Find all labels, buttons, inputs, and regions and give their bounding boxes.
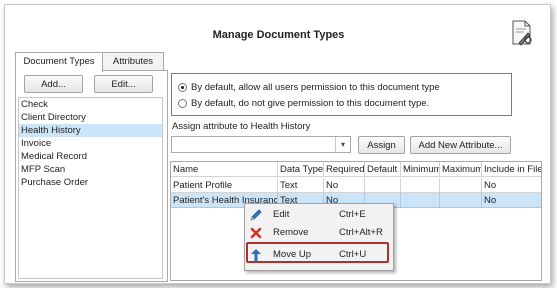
permission-group: By default, allow all users permission t…: [171, 73, 512, 116]
radio-deny-label: By default, do not give permission to th…: [191, 97, 430, 109]
table-cell: Text: [278, 178, 324, 193]
list-item[interactable]: Medical Record: [19, 150, 162, 163]
table-cell: [440, 193, 482, 208]
column-header[interactable]: Maximum: [440, 162, 482, 177]
table-cell: [365, 178, 401, 193]
table-cell: No: [324, 178, 365, 193]
menu-item-label: Remove: [273, 227, 309, 238]
menu-item-shortcut: Ctrl+E: [339, 209, 366, 220]
dialog-title: Manage Document Types: [212, 29, 345, 41]
list-item[interactable]: Check: [19, 98, 162, 111]
column-header[interactable]: Name: [171, 162, 278, 177]
document-type-list[interactable]: Check Client Directory Health History In…: [18, 97, 163, 279]
document-tools-icon: [512, 20, 532, 46]
add-button[interactable]: Add...: [24, 75, 83, 93]
table-cell: [401, 193, 440, 208]
menu-item-remove[interactable]: Remove Ctrl+Alt+R: [245, 224, 393, 242]
radio-allow-row[interactable]: By default, allow all users permission t…: [178, 80, 440, 94]
attribute-combo[interactable]: ▾: [171, 136, 351, 153]
list-item[interactable]: Health History: [19, 124, 162, 137]
tab-attributes[interactable]: Attributes: [102, 52, 164, 71]
edit-button[interactable]: Edit...: [94, 75, 153, 93]
table-cell: [401, 178, 440, 193]
highlight-box: [246, 242, 389, 263]
table-cell: [440, 178, 482, 193]
menu-item-edit[interactable]: Edit Ctrl+E: [245, 206, 393, 224]
tab-document-types[interactable]: Document Types: [15, 52, 103, 72]
red-x-icon: [250, 227, 262, 239]
table-cell: No: [482, 178, 541, 193]
radio-allow-label: By default, allow all users permission t…: [191, 81, 440, 93]
chevron-down-icon[interactable]: ▾: [335, 137, 350, 152]
menu-item-shortcut: Ctrl+Alt+R: [339, 227, 383, 238]
table-cell: No: [482, 193, 541, 208]
column-header[interactable]: Include in File: [482, 162, 541, 177]
column-header[interactable]: Minimum: [401, 162, 440, 177]
column-header[interactable]: Data Type: [278, 162, 324, 177]
menu-item-label: Edit: [273, 209, 290, 220]
list-item[interactable]: Invoice: [19, 137, 162, 150]
list-item[interactable]: Purchase Order: [19, 176, 162, 189]
radio-deny[interactable]: [178, 98, 187, 108]
assign-attribute-label: Assign attribute to Health History: [172, 121, 311, 132]
column-header[interactable]: Required: [324, 162, 365, 177]
list-item[interactable]: Client Directory: [19, 111, 162, 124]
pencil-icon: [250, 209, 262, 221]
add-new-attribute-button[interactable]: Add New Attribute...: [410, 136, 511, 154]
list-item[interactable]: MFP Scan: [19, 163, 162, 176]
column-header[interactable]: Default: [365, 162, 401, 177]
table-cell: Patient Profile: [171, 178, 278, 193]
radio-allow[interactable]: [178, 82, 187, 92]
radio-deny-row[interactable]: By default, do not give permission to th…: [178, 96, 429, 110]
assign-button[interactable]: Assign: [358, 136, 405, 154]
